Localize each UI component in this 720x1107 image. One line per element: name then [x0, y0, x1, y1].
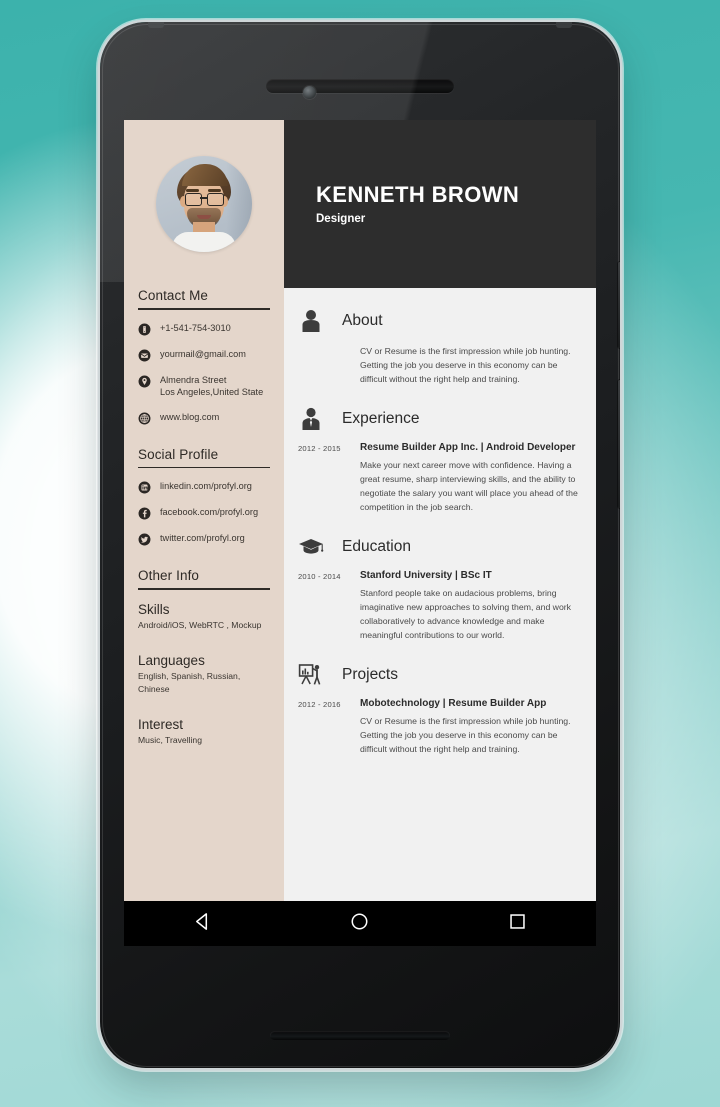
resume-sidebar: Contact Me +1-541-754-3010 yourmail@gmai…	[124, 120, 284, 901]
section-projects: Projects 2012 - 2016 Mobotechnology | Re…	[298, 662, 578, 756]
role-subtitle: Designer	[316, 213, 366, 226]
languages-heading: Languages	[138, 653, 205, 669]
projects-date: 2012 - 2016	[298, 700, 341, 709]
interest-text: Music, Travelling	[138, 735, 202, 746]
projects-subtitle: Mobotechnology | Resume Builder App	[360, 698, 547, 709]
location-pin-icon	[138, 375, 151, 388]
twitter-icon	[138, 533, 151, 546]
about-title: About	[342, 312, 383, 329]
back-triangle-icon	[193, 912, 212, 936]
other-info-section: Other Info Skills Android/iOS, WebRTC , …	[138, 568, 270, 747]
contact-section: Contact Me +1-541-754-3010 yourmail@gmai…	[138, 288, 270, 425]
contact-row-website[interactable]: www.blog.com	[138, 411, 270, 425]
skills-block: Skills Android/iOS, WebRTC , Mockup	[138, 602, 270, 632]
section-experience: Experience 2012 - 2015 Resume Builder Ap…	[298, 406, 578, 514]
education-header: Education	[298, 534, 578, 560]
about-body: CV or Resume is the first impression whi…	[298, 344, 578, 386]
languages-block: Languages English, Spanish, Russian, Chi…	[138, 653, 270, 695]
education-entry: 2010 - 2014 Stanford University | BSc IT…	[298, 570, 578, 642]
contact-email-value: yourmail@gmail.com	[160, 348, 246, 359]
contact-address-value: Almendra Street Los Angeles,United State	[160, 374, 263, 399]
nav-home-button[interactable]	[332, 901, 388, 946]
android-navigation-bar	[124, 901, 596, 946]
contact-row-email[interactable]: yourmail@gmail.com	[138, 348, 270, 362]
contact-row-phone[interactable]: +1-541-754-3010	[138, 322, 270, 336]
phone-screen: Contact Me +1-541-754-3010 yourmail@gmai…	[124, 120, 596, 946]
contact-address-line1: Almendra Street	[160, 374, 227, 385]
skills-heading: Skills	[138, 601, 170, 617]
section-about: About CV or Resume is the first impressi…	[298, 308, 578, 386]
business-person-icon	[298, 406, 324, 432]
projects-header: Projects	[298, 662, 578, 688]
social-divider	[138, 466, 270, 469]
projects-text: CV or Resume is the first impression whi…	[360, 716, 571, 754]
graduation-cap-icon	[298, 534, 324, 560]
facebook-icon	[138, 507, 151, 520]
contact-section-title: Contact Me	[138, 288, 209, 303]
power-button[interactable]	[618, 262, 620, 348]
email-icon	[138, 349, 151, 362]
education-title: Education	[342, 538, 411, 555]
social-twitter-value: twitter.com/profyl.org	[160, 533, 245, 544]
phone-top-notch-left	[148, 22, 164, 28]
avatar-container	[124, 120, 284, 288]
skills-text: Android/iOS, WebRTC , Mockup	[138, 619, 262, 630]
section-education: Education 2010 - 2014 Stanford Universit…	[298, 534, 578, 642]
about-header: About	[298, 308, 578, 334]
projects-entry: 2012 - 2016 Mobotechnology | Resume Buil…	[298, 698, 578, 756]
front-camera-icon	[303, 86, 316, 99]
home-circle-icon	[350, 912, 369, 936]
contact-phone-value: +1-541-754-3010	[160, 322, 231, 333]
earpiece-speaker-icon	[266, 79, 454, 93]
contact-address-line2: Los Angeles,United State	[160, 387, 264, 398]
social-facebook-value: facebook.com/profyl.org	[160, 507, 259, 518]
social-linkedin-value: linkedin.com/profyl.org	[160, 481, 252, 492]
contact-row-address[interactable]: Almendra Street Los Angeles,United State	[138, 374, 270, 399]
avatar	[156, 156, 252, 252]
linkedin-icon	[138, 481, 151, 494]
experience-subtitle: Resume Builder App Inc. | Android Develo…	[360, 442, 576, 453]
person-icon	[298, 308, 324, 334]
languages-text: English, Spanish, Russian, Chinese	[138, 671, 241, 694]
bottom-speaker-grille-icon	[270, 1031, 450, 1040]
contact-divider	[138, 308, 270, 310]
education-subtitle: Stanford University | BSc IT	[360, 570, 492, 581]
education-date: 2010 - 2014	[298, 572, 341, 581]
nav-back-button[interactable]	[175, 901, 231, 946]
recents-square-icon	[508, 912, 527, 936]
resume-main: KENNETH BROWN Designer About CV or Resum…	[284, 120, 596, 901]
phone-device: Contact Me +1-541-754-3010 yourmail@gmai…	[100, 22, 620, 1068]
experience-text: Make your next career move with confiden…	[360, 460, 578, 512]
nav-recents-button[interactable]	[489, 901, 545, 946]
social-section-title: Social Profile	[138, 446, 219, 462]
globe-icon	[138, 412, 151, 425]
experience-date: 2012 - 2015	[298, 444, 341, 453]
experience-header: Experience	[298, 406, 578, 432]
education-text: Stanford people take on audacious proble…	[360, 588, 572, 640]
phone-top-notch-right	[556, 22, 572, 28]
about-text: CV or Resume is the first impression whi…	[360, 346, 571, 384]
experience-entry: 2012 - 2015 Resume Builder App Inc. | An…	[298, 442, 578, 514]
phone-icon	[138, 323, 151, 336]
page-title: KENNETH BROWN	[316, 181, 520, 207]
interest-heading: Interest	[138, 717, 184, 733]
contact-website-value: www.blog.com	[160, 411, 220, 422]
resume-name-header: KENNETH BROWN Designer	[284, 120, 596, 288]
social-section: Social Profile linkedin.com/profyl.org f…	[138, 447, 270, 547]
interest-block: Interest Music, Travelling	[138, 717, 270, 747]
volume-button[interactable]	[618, 380, 620, 508]
presentation-icon	[298, 662, 324, 688]
resume-app: Contact Me +1-541-754-3010 yourmail@gmai…	[124, 120, 596, 901]
other-info-title: Other Info	[138, 568, 200, 584]
social-row-twitter[interactable]: twitter.com/profyl.org	[138, 532, 270, 546]
experience-title: Experience	[342, 410, 420, 427]
social-row-facebook[interactable]: facebook.com/profyl.org	[138, 506, 270, 520]
social-row-linkedin[interactable]: linkedin.com/profyl.org	[138, 480, 270, 494]
other-info-divider	[138, 588, 270, 590]
projects-title: Projects	[342, 666, 398, 683]
